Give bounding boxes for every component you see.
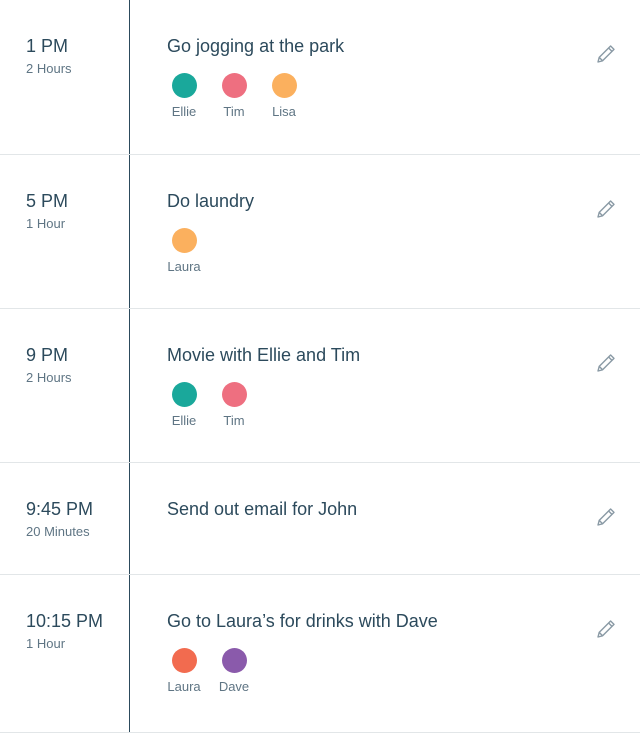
event-title: Go jogging at the park [167,36,345,56]
attendee-avatar [221,382,247,407]
event-duration: 1 Hour [26,636,66,651]
attendee: Ellie [159,73,209,119]
event-row: 9 PM 2 Hours Movie with Ellie and Tim Ellie… [0,309,640,463]
attendee: Lisa [259,73,309,119]
attendee-avatar [171,73,197,98]
attendee-avatar [171,228,197,253]
pencil-icon [597,508,615,526]
event-title: Go to Laura’s for drinks with Dave [167,611,438,631]
attendee-name: Laura [167,679,201,694]
attendee-avatar [171,648,197,673]
attendee-avatar [271,73,297,98]
attendee-list: Ellie Tim Lisa [159,73,309,119]
event-time: 1 PM [26,36,69,56]
event-title: Movie with Ellie and Tim [167,345,361,365]
attendee-list: Laura [159,228,209,274]
attendee: Tim [209,73,259,119]
event-title: Do laundry [167,191,255,211]
attendee-name: Tim [223,104,245,119]
event-row: 10:15 PM 1 Hour Go to Laura’s for drinks w… [0,575,640,733]
attendee-name: Lisa [272,104,296,119]
event-duration: 2 Hours [26,370,72,385]
event-row: 9:45 PM 20 Minutes Send out email for John [0,463,640,575]
attendee-avatar [221,73,247,98]
attendee-name: Ellie [171,413,197,428]
edit-button[interactable] [594,42,618,66]
attendee: Tim [209,382,259,428]
event-duration: 1 Hour [26,216,66,231]
event-duration: 20 Minutes [26,524,90,539]
edit-button[interactable] [594,197,618,221]
event-row: 1 PM 2 Hours Go jogging at the park Ellie Ti… [0,0,640,155]
attendee-avatar [171,382,197,407]
attendee-list: Ellie Tim [159,382,259,428]
attendee-name: Ellie [171,104,197,119]
pencil-icon [597,620,615,638]
attendee: Laura [159,228,209,274]
event-time: 9:45 PM [26,499,94,519]
attendee-list: Laura Dave [159,648,259,694]
event-time: 10:15 PM [26,611,104,631]
pencil-icon [597,200,615,218]
attendee: Laura [159,648,209,694]
event-duration: 2 Hours [26,61,72,76]
edit-button[interactable] [594,505,618,529]
attendee: Dave [209,648,259,694]
edit-button[interactable] [594,351,618,375]
event-time: 5 PM [26,191,69,211]
event-row: 5 PM 1 Hour Do laundry Laura [0,155,640,309]
attendee-name: Tim [223,413,245,428]
edit-button[interactable] [594,617,618,641]
event-time: 9 PM [26,345,69,365]
pencil-icon [597,354,615,372]
event-title: Send out email for John [167,499,358,519]
attendee-name: Dave [218,679,250,694]
attendee: Ellie [159,382,209,428]
pencil-icon [597,45,615,63]
attendee-name: Laura [167,259,201,274]
attendee-avatar [221,648,247,673]
